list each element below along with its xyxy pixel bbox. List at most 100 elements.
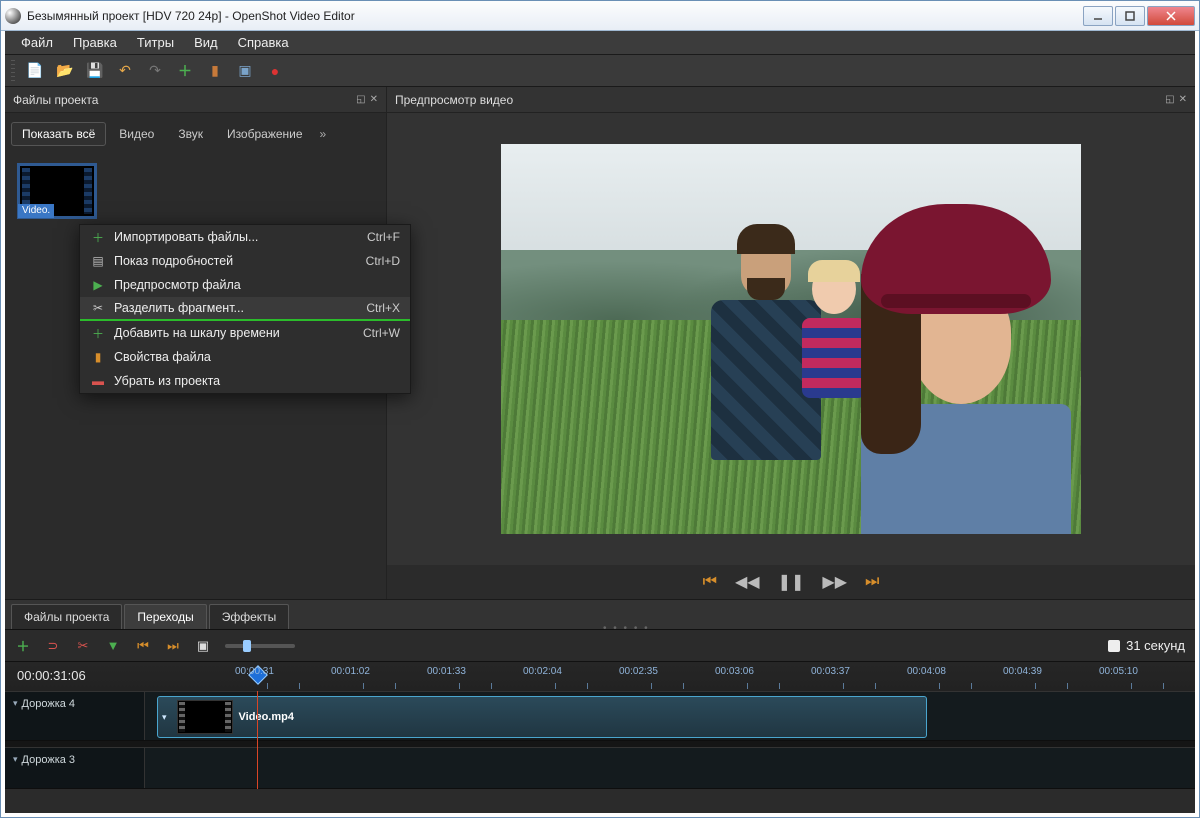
scissors-icon: ✂: [90, 300, 106, 316]
timeline-ruler[interactable]: 00:00:31:06 00:00:31 00:01:02 00:01:33 00:0…: [5, 661, 1195, 691]
ctx-remove-from-project[interactable]: ▬Убрать из проекта: [80, 369, 410, 393]
timeline-toolbar: ＋ ⊃ ✂ ▼ ⏮ ⏭ ▣ 31 секунд: [5, 629, 1195, 661]
ruler-tick: 00:01:33: [427, 666, 466, 677]
maximize-button[interactable]: [1115, 6, 1145, 26]
open-project-icon[interactable]: 📂: [55, 61, 75, 81]
menu-file[interactable]: Файл: [11, 33, 63, 52]
undock-icon[interactable]: ◱: [356, 94, 365, 105]
import-icon[interactable]: ＋: [175, 61, 195, 81]
menu-titles[interactable]: Титры: [127, 33, 184, 52]
clip-thumb: [177, 700, 233, 734]
tab-show-all[interactable]: Показать всё: [11, 122, 106, 146]
project-file-label: Video.: [18, 204, 54, 218]
zoom-label: 31 секунд: [1126, 638, 1185, 653]
bottom-dock-tabs: Файлы проекта Переходы Эффекты: [5, 599, 1195, 629]
tab-image[interactable]: Изображение: [216, 122, 314, 146]
project-filter-tabs: Показать всё Видео Звук Изображение »: [5, 113, 386, 147]
list-icon: ▤: [90, 253, 106, 269]
zoom-indicator-icon: [1108, 640, 1120, 652]
ctx-show-details[interactable]: ▤Показ подробностейCtrl+D: [80, 249, 410, 273]
ctx-split-clip[interactable]: ✂Разделить фрагмент...Ctrl+X: [80, 297, 410, 321]
profile-icon[interactable]: ▮: [205, 61, 225, 81]
menubar: Файл Правка Титры Вид Справка: [5, 31, 1195, 55]
timeline-clip[interactable]: ▾ Video.mp4: [157, 696, 927, 738]
ruler-tick: 00:01:02: [331, 666, 370, 677]
chevron-down-icon[interactable]: ▾: [162, 712, 167, 723]
marker-dropdown-icon[interactable]: ▼: [105, 638, 121, 654]
tabs-overflow-icon[interactable]: »: [316, 127, 331, 141]
ruler-tick: 00:03:06: [715, 666, 754, 677]
preview-panel: Предпросмотр видео ◱ ✕ ⏮ ◀◀ ❚❚ ▶▶ ⏭: [387, 87, 1195, 599]
play-icon: ▶: [90, 277, 106, 293]
chevron-down-icon[interactable]: ▾: [13, 754, 18, 765]
prev-marker-icon[interactable]: ⏮: [135, 638, 151, 654]
ruler-tick: 00:03:37: [811, 666, 850, 677]
menu-edit[interactable]: Правка: [63, 33, 127, 52]
project-files-title: Файлы проекта: [13, 93, 98, 107]
forward-icon[interactable]: ▶▶: [822, 572, 847, 592]
playback-controls: ⏮ ◀◀ ❚❚ ▶▶ ⏭: [387, 565, 1195, 599]
preview-title: Предпросмотр видео: [395, 93, 513, 107]
ctx-file-properties[interactable]: ▮Свойства файла: [80, 345, 410, 369]
pause-icon[interactable]: ❚❚: [778, 572, 805, 592]
tab-effects[interactable]: Эффекты: [209, 604, 290, 629]
fullscreen-icon[interactable]: ▣: [235, 61, 255, 81]
playhead-line: [257, 691, 258, 789]
razor-icon[interactable]: ✂: [75, 638, 91, 654]
track-label: Дорожка 4: [22, 698, 76, 710]
chevron-down-icon[interactable]: ▾: [13, 698, 18, 709]
jump-end-icon[interactable]: ⏭: [865, 573, 879, 591]
track-4: ▾ Дорожка 4 ▾ Video.mp4: [5, 691, 1195, 741]
current-time: 00:00:31:06: [17, 668, 86, 683]
plus-icon: ＋: [90, 325, 106, 341]
new-project-icon[interactable]: 📄: [25, 61, 45, 81]
ctx-import-files[interactable]: ＋Импортировать файлы...Ctrl+F: [80, 225, 410, 249]
ruler-tick: 00:04:39: [1003, 666, 1042, 677]
preview-frame: [501, 144, 1081, 534]
ctx-add-to-timeline[interactable]: ＋Добавить на шкалу времениCtrl+W: [80, 321, 410, 345]
track-lane[interactable]: ▾ Video.mp4: [145, 692, 1195, 740]
timeline-tracks: ▾ Дорожка 4 ▾ Video.mp4 ▾ Дорожка 3: [5, 691, 1195, 789]
track-label: Дорожка 3: [22, 754, 76, 766]
close-button[interactable]: [1147, 6, 1195, 26]
ruler-tick: 00:00:31: [235, 666, 274, 677]
app-icon: [5, 8, 21, 24]
close-panel-icon[interactable]: ✕: [370, 94, 378, 105]
snap-icon[interactable]: ⊃: [45, 638, 61, 654]
minimize-button[interactable]: [1083, 6, 1113, 26]
menu-help[interactable]: Справка: [228, 33, 299, 52]
zoom-slider[interactable]: [225, 644, 295, 648]
tab-project-files[interactable]: Файлы проекта: [11, 604, 122, 629]
rewind-icon[interactable]: ◀◀: [735, 572, 760, 592]
center-playhead-icon[interactable]: ▣: [195, 638, 211, 654]
clip-name: Video.mp4: [239, 711, 294, 723]
jump-start-icon[interactable]: ⏮: [703, 573, 717, 591]
add-track-icon[interactable]: ＋: [15, 638, 31, 654]
undock-icon[interactable]: ◱: [1165, 94, 1174, 105]
ctx-preview-file[interactable]: ▶Предпросмотр файла: [80, 273, 410, 297]
ruler-tick: 00:04:08: [907, 666, 946, 677]
toolbar-grip: [11, 60, 15, 82]
save-project-icon[interactable]: 💾: [85, 61, 105, 81]
plus-icon: ＋: [90, 229, 106, 245]
ruler-tick: 00:05:10: [1099, 666, 1138, 677]
splitter-handle[interactable]: • • • • •: [603, 623, 650, 634]
window-title: Безымянный проект [HDV 720 24p] - OpenSh…: [27, 9, 1083, 23]
main-toolbar: 📄 📂 💾 ↶ ↷ ＋ ▮ ▣ ●: [5, 55, 1195, 87]
redo-icon[interactable]: ↷: [145, 61, 165, 81]
project-file-thumb[interactable]: Video.: [17, 163, 97, 219]
menu-view[interactable]: Вид: [184, 33, 228, 52]
tab-video[interactable]: Видео: [108, 122, 165, 146]
window-titlebar: Безымянный проект [HDV 720 24p] - OpenSh…: [1, 1, 1199, 31]
export-icon[interactable]: ●: [265, 61, 285, 81]
properties-icon: ▮: [90, 349, 106, 365]
track-lane[interactable]: [145, 748, 1195, 788]
next-marker-icon[interactable]: ⏭: [165, 638, 181, 654]
tab-audio[interactable]: Звук: [167, 122, 214, 146]
track-3: ▾ Дорожка 3: [5, 747, 1195, 789]
context-menu: ＋Импортировать файлы...Ctrl+F ▤Показ под…: [79, 224, 411, 394]
undo-icon[interactable]: ↶: [115, 61, 135, 81]
minus-icon: ▬: [90, 373, 106, 389]
close-panel-icon[interactable]: ✕: [1179, 94, 1187, 105]
tab-transitions[interactable]: Переходы: [124, 604, 206, 629]
